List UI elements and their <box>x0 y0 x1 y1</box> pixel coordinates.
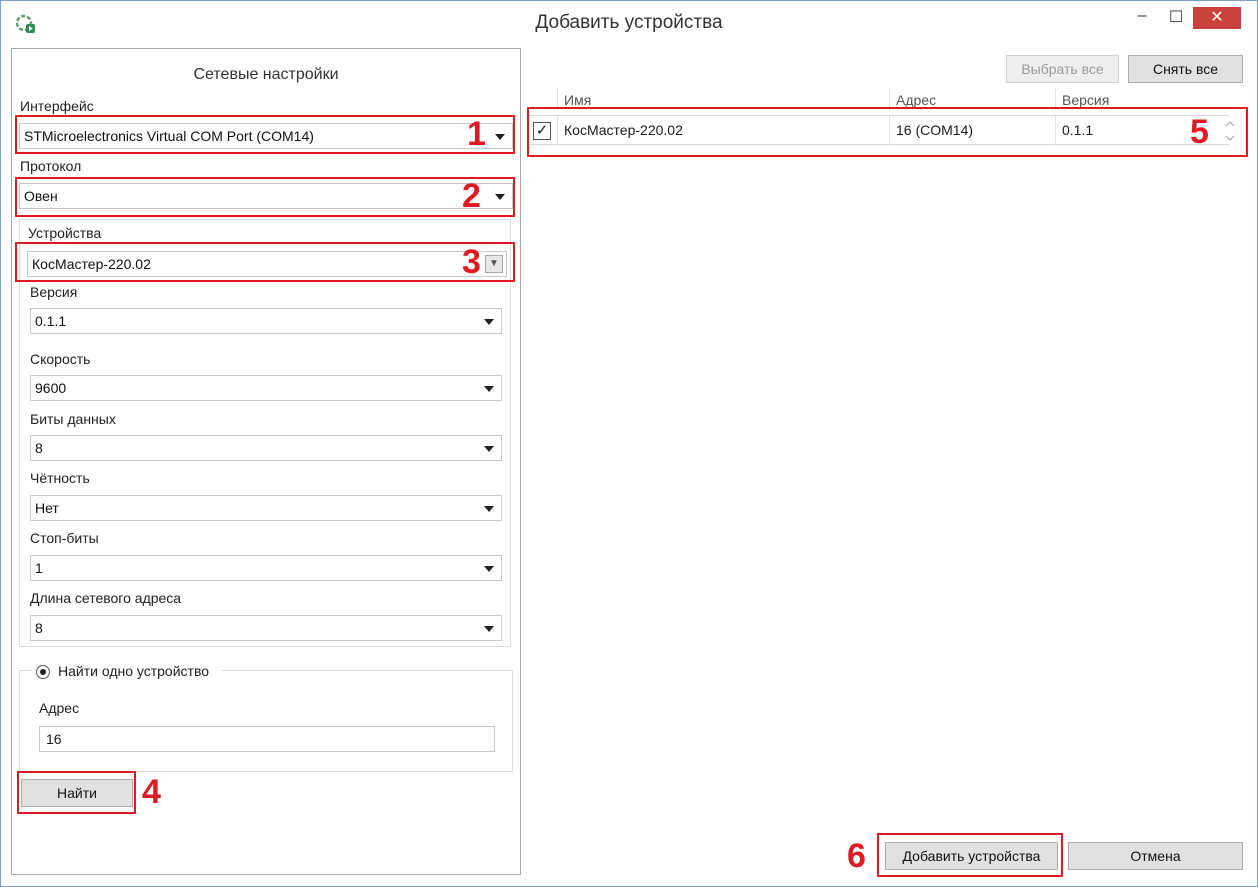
version-label: Версия <box>30 284 78 300</box>
databits-select[interactable]: 8 <box>30 435 502 461</box>
network-settings-panel: Сетевые настройки Интерфейс STMicroelect… <box>11 48 521 875</box>
version-select[interactable]: 0.1.1 <box>30 308 502 334</box>
chevron-down-icon <box>484 446 494 452</box>
parity-select[interactable]: Нет <box>30 495 502 521</box>
chevron-down-icon <box>484 319 494 325</box>
addrlen-select[interactable]: 8 <box>30 615 502 641</box>
annotation-box-5 <box>527 107 1248 157</box>
select-all-button[interactable]: Выбрать все <box>1006 55 1119 83</box>
addrlen-label: Длина сетевого адреса <box>30 590 182 606</box>
annotation-number-1: 1 <box>467 115 486 153</box>
annotation-number-5: 5 <box>1190 113 1209 151</box>
deselect-all-button[interactable]: Снять все <box>1128 55 1243 83</box>
speed-select[interactable]: 9600 <box>30 375 502 401</box>
parity-label: Чётность <box>30 470 90 486</box>
stopbits-value: 1 <box>35 560 43 576</box>
addrlen-value: 8 <box>35 620 43 636</box>
stopbits-label: Стоп-биты <box>30 530 99 546</box>
devices-label: Устройства <box>28 225 102 241</box>
version-value: 0.1.1 <box>35 313 67 329</box>
stopbits-select[interactable]: 1 <box>30 555 502 581</box>
speed-value: 9600 <box>35 380 67 396</box>
address-input[interactable]: 16 <box>39 726 495 752</box>
chevron-down-icon <box>484 386 494 392</box>
annotation-box-1 <box>15 115 515 154</box>
close-button[interactable]: ✕ <box>1193 7 1241 29</box>
address-label: Адрес <box>39 700 80 716</box>
window-title: Добавить устройства <box>535 12 723 33</box>
maximize-button[interactable]: ☐ <box>1161 7 1191 35</box>
annotation-number-6: 6 <box>847 837 866 875</box>
chevron-down-icon <box>484 566 494 572</box>
single-device-radio[interactable] <box>36 665 50 679</box>
interface-label: Интерфейс <box>20 98 94 114</box>
parity-value: Нет <box>35 500 59 516</box>
protocol-label: Протокол <box>20 158 82 174</box>
single-device-label[interactable]: Найти одно устройство <box>58 663 209 679</box>
annotation-box-3 <box>15 242 515 282</box>
cancel-button[interactable]: Отмена <box>1068 842 1243 870</box>
annotation-box-2 <box>15 177 515 217</box>
panel-title: Сетевые настройки <box>193 66 339 83</box>
chevron-down-icon <box>484 506 494 512</box>
add-devices-dialog: Добавить устройства – ☐ ✕ Сетевые настро… <box>0 0 1258 887</box>
minimize-button[interactable]: – <box>1127 7 1157 35</box>
annotation-number-2: 2 <box>462 177 481 215</box>
databits-label: Биты данных <box>30 411 116 427</box>
device-params-group <box>19 219 511 647</box>
annotation-box-4 <box>17 771 136 814</box>
annotation-box-6 <box>877 833 1063 877</box>
chevron-down-icon <box>484 626 494 632</box>
single-device-group <box>19 670 513 772</box>
annotation-number-3: 3 <box>462 243 481 281</box>
annotation-number-4: 4 <box>142 773 161 811</box>
title-bar: Добавить устройства – ☐ ✕ <box>1 1 1257 45</box>
databits-value: 8 <box>35 440 43 456</box>
speed-label: Скорость <box>30 351 91 367</box>
